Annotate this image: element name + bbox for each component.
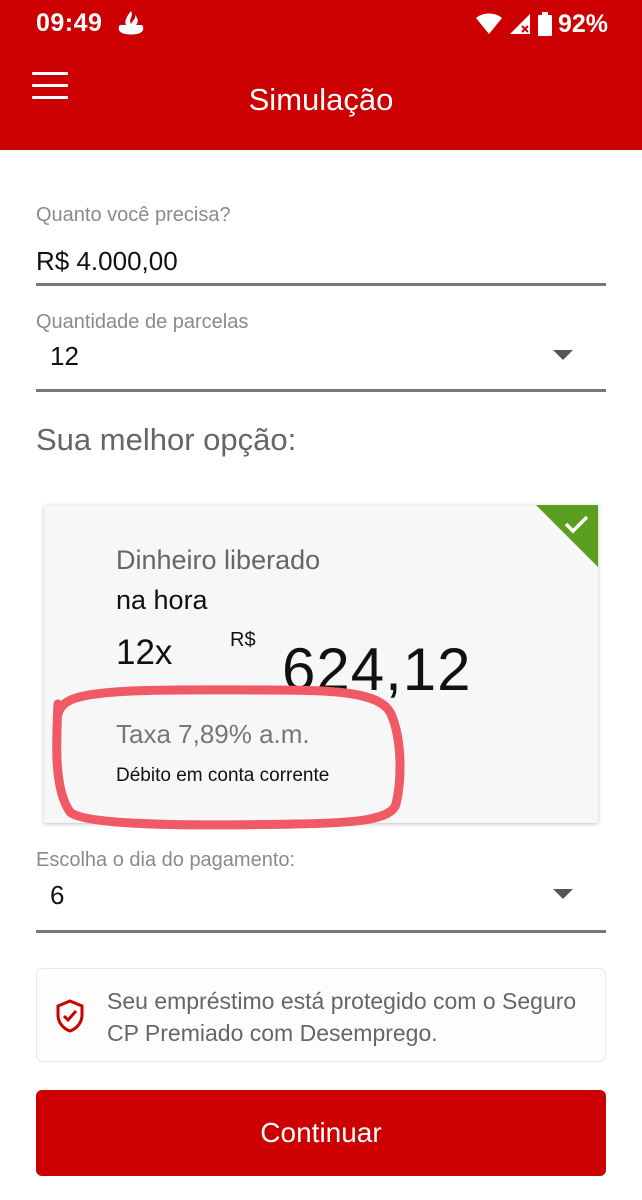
installments-select[interactable]: 12 [50,341,79,372]
offer-rate: Taxa 7,89% a.m. [116,719,310,749]
battery-icon [537,12,552,36]
offer-currency: R$ [230,629,256,651]
continue-button[interactable]: Continuar [36,1090,606,1176]
status-time: 09:49 [36,9,103,37]
santander-flame-icon [118,11,144,35]
insurance-notice: Seu empréstimo está protegido com o Segu… [36,968,606,1062]
amount-input[interactable]: R$ 4.000,00 [36,246,178,277]
status-bar: 09:49 92% [0,0,642,48]
installments-underline [36,389,606,392]
offer-installments: 12x [116,633,173,672]
offer-amount: 624,12 [282,636,472,703]
chevron-down-icon[interactable] [553,350,573,360]
wifi-icon [475,13,502,34]
offer-line2: na hora [116,585,208,615]
signal-icon [509,14,530,34]
status-icons: 92% [475,9,608,39]
chevron-down-icon[interactable] [553,889,573,899]
offer-line1: Dinheiro liberado [116,545,321,575]
offer-card[interactable]: Dinheiro liberado na hora 12x R$ 624,12 … [44,505,598,823]
battery-percent: 92% [557,9,608,38]
payment-day-select[interactable]: 6 [50,880,64,911]
installments-label: Quantidade de parcelas [36,311,249,333]
best-option-title: Sua melhor opção: [36,422,297,457]
amount-label: Quanto você precisa? [36,204,231,226]
page-title: Simulação [248,82,394,117]
payment-day-label: Escolha o dia do pagamento: [36,849,296,871]
check-icon [536,505,598,567]
app-header: 09:49 92% Simulação [0,0,642,150]
insurance-text: Seu empréstimo está protegido com o Segu… [107,988,577,1046]
payment-day-underline [36,930,606,933]
amount-underline [36,283,606,286]
offer-debit-method: Débito em conta corrente [116,765,330,786]
shield-check-icon [56,999,84,1033]
